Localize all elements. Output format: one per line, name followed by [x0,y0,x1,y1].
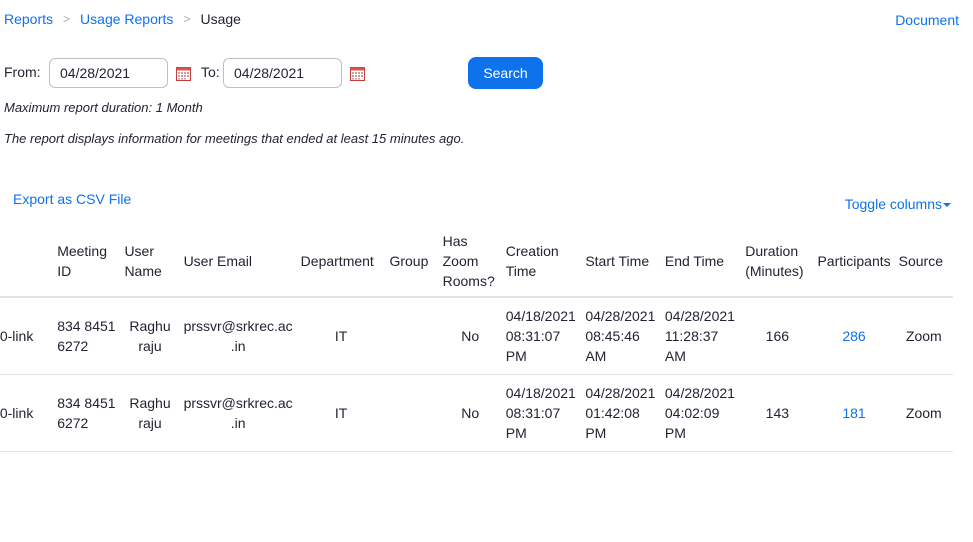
breadcrumb-reports-link[interactable]: Reports [4,11,53,27]
column-header-participants: Participants [813,226,895,298]
column-header-topic [0,226,54,298]
caret-down-icon [943,203,951,208]
column-header-meeting-id: Meeting ID [53,226,121,298]
max-duration-note: Maximum report duration: 1 Month [4,100,203,115]
cell-meeting-id: 834 8451 6272 [53,297,121,375]
to-label: To: [201,64,220,80]
cell-group [385,297,439,375]
breadcrumb-current: Usage [200,11,241,27]
column-header-duration: Duration (Minutes) [741,226,814,298]
cell-topic[interactable]: 0-link [0,374,54,452]
cell-meeting-id: 834 8451 6272 [53,374,121,452]
to-date-input[interactable] [223,58,342,88]
column-header-source: Source [894,226,953,298]
column-header-department: Department [296,226,386,298]
column-header-has-zoom-rooms: Has Zoom Rooms? [438,226,502,298]
cell-user-name: Raghu raju [120,374,180,452]
cell-source: Zoom [894,297,953,375]
usage-table-container: Meeting ID User Name User Email Departme… [0,226,973,456]
cell-source: Zoom [894,374,953,452]
column-header-end-time: End Time [660,226,742,298]
table-row: 0-link 834 8451 6272 Raghu raju prssvr@s… [0,297,953,375]
toggle-columns-label: Toggle columns [844,196,942,212]
column-header-group: Group [385,226,439,298]
cell-topic[interactable]: 0-link [0,297,54,375]
cell-department: IT [296,374,386,452]
from-label: From: [4,64,41,80]
document-link[interactable]: Document [895,12,959,28]
table-row: 0-link 834 8451 6272 Raghu raju prssvr@s… [0,374,953,452]
cell-start-time: 04/28/2021 08:45:46 AM [581,297,661,375]
cell-creation-time: 04/18/2021 08:31:07 PM [501,297,582,375]
cell-creation-time: 04/18/2021 08:31:07 PM [501,374,582,452]
toggle-columns-dropdown[interactable]: Toggle columns [845,196,951,212]
cell-duration: 166 [741,297,814,375]
table-header-row: Meeting ID User Name User Email Departme… [0,226,953,298]
cell-end-time: 04/28/2021 04:02:09 PM [660,374,742,452]
breadcrumb-usage-reports-link[interactable]: Usage Reports [80,11,173,27]
cell-duration: 143 [741,374,814,452]
calendar-icon[interactable] [176,66,191,81]
cell-user-email: prssvr@srkrec.ac .in [179,297,297,375]
cell-group [385,374,439,452]
column-header-creation-time: Creation Time [501,226,582,298]
from-date-input[interactable] [49,58,168,88]
cell-end-time: 04/28/2021 11:28:37 AM [660,297,742,375]
report-info-note: The report displays information for meet… [4,131,465,146]
cell-has-zoom-rooms: No [438,297,502,375]
column-header-user-email: User Email [179,226,297,298]
cell-start-time: 04/28/2021 01:42:08 PM [581,374,661,452]
breadcrumb-separator: > [183,12,191,26]
breadcrumb: Reports > Usage Reports > Usage [4,10,241,28]
calendar-icon[interactable] [350,66,365,81]
cell-department: IT [296,297,386,375]
cell-has-zoom-rooms: No [438,374,502,452]
cell-participants-link[interactable]: 181 [813,374,895,452]
cell-participants-link[interactable]: 286 [813,297,895,375]
cell-user-name: Raghu raju [120,297,180,375]
column-header-user-name: User Name [120,226,180,298]
usage-table: Meeting ID User Name User Email Departme… [0,226,953,452]
breadcrumb-separator: > [63,12,71,26]
export-csv-link[interactable]: Export as CSV File [13,191,131,207]
column-header-start-time: Start Time [581,226,661,298]
search-button[interactable]: Search [468,57,543,89]
cell-user-email: prssvr@srkrec.ac .in [179,374,297,452]
